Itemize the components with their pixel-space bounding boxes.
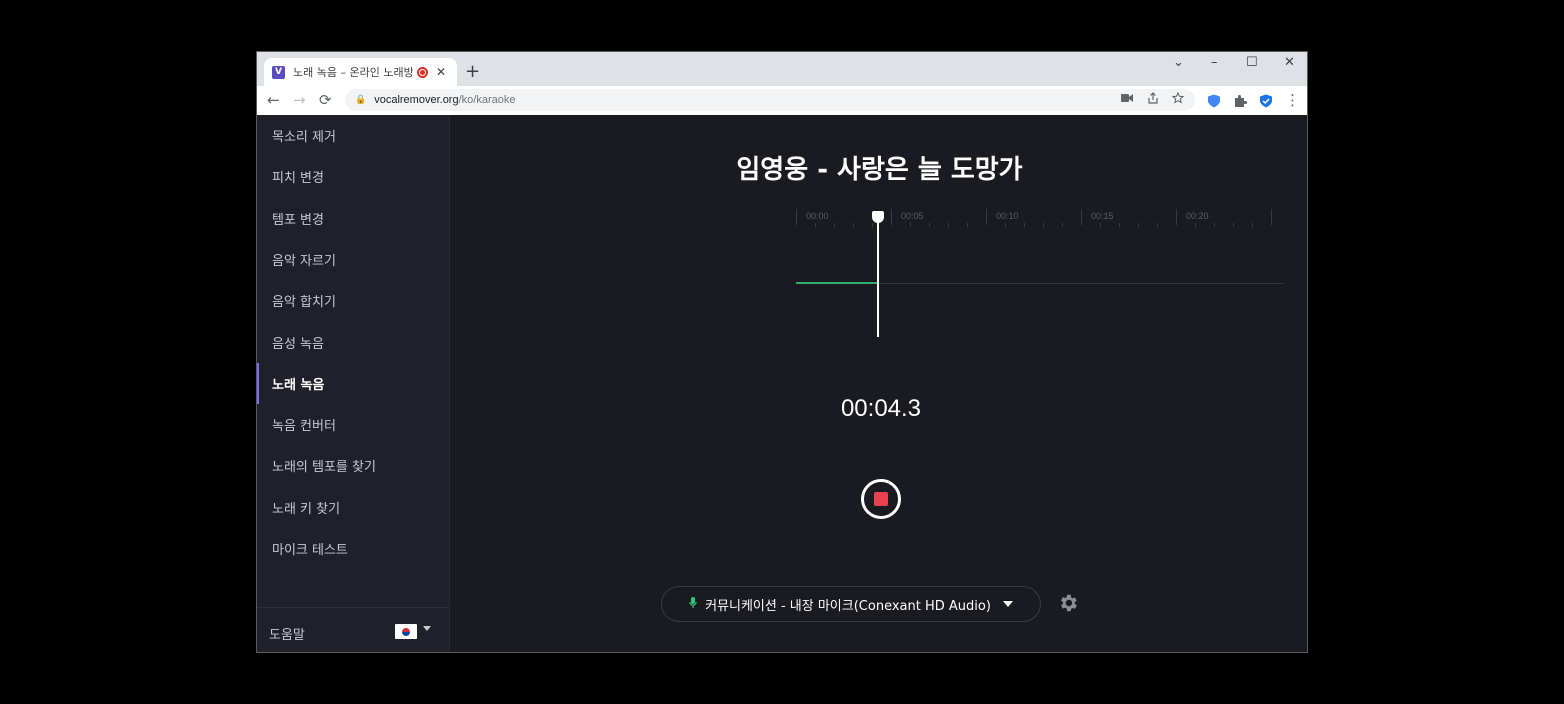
url-text: vocalremover.org/ko/karaoke bbox=[374, 94, 515, 106]
timeline-minor-tick bbox=[1005, 223, 1006, 227]
browser-toolbar: ← → ⟳ 🔒 vocalremover.org/ko/karaoke ⋮ bbox=[257, 86, 1307, 115]
timeline-tick-label: 00:10 bbox=[996, 211, 1019, 221]
timeline-tick-label: 00:15 bbox=[1091, 211, 1114, 221]
sidebar-item[interactable]: 음악 자르기 bbox=[257, 239, 450, 280]
timeline-minor-tick bbox=[834, 223, 835, 227]
stop-recording-button[interactable] bbox=[861, 479, 901, 519]
song-title: 임영웅 - 사랑은 늘 도망가 bbox=[736, 155, 1023, 185]
help-link[interactable]: 도움말 bbox=[269, 624, 305, 643]
close-window-button[interactable]: ✕ bbox=[1284, 55, 1295, 70]
timeline-minor-tick bbox=[1100, 223, 1101, 227]
browser-window: V 노래 녹음 – 온라인 노래방 : ✕ + ⌄ – ☐ ✕ ← → ⟳ 🔒 … bbox=[256, 51, 1308, 653]
recorded-waveform bbox=[796, 282, 878, 284]
tab-search-icon[interactable]: ⌄ bbox=[1173, 55, 1184, 70]
timeline-tick-label: 00:05 bbox=[901, 211, 924, 221]
timeline-minor-tick bbox=[1214, 223, 1215, 227]
sidebar-item[interactable]: 템포 변경 bbox=[257, 198, 450, 239]
timeline-major-tick bbox=[891, 209, 892, 225]
tab-strip: V 노래 녹음 – 온라인 노래방 : ✕ + ⌄ – ☐ ✕ bbox=[257, 52, 1307, 86]
sidebar-item[interactable]: 노래 키 찾기 bbox=[257, 487, 450, 528]
playhead-handle[interactable] bbox=[871, 211, 884, 223]
camera-icon[interactable] bbox=[1121, 92, 1133, 106]
adblock-extension-icon[interactable] bbox=[1207, 93, 1221, 108]
tab-close-icon[interactable]: ✕ bbox=[436, 65, 446, 79]
bookmark-star-icon[interactable] bbox=[1171, 91, 1185, 107]
timeline-major-tick bbox=[1271, 209, 1272, 225]
share-icon[interactable] bbox=[1147, 92, 1159, 107]
lock-icon[interactable]: 🔒 bbox=[355, 95, 366, 105]
url-host: vocalremover.org bbox=[374, 94, 459, 106]
main-panel: 임영웅 - 사랑은 늘 도망가 00:00 00:05 00:10 00:15 00:2… bbox=[451, 115, 1307, 652]
minimize-button[interactable]: – bbox=[1211, 55, 1218, 70]
microphone-icon bbox=[689, 596, 697, 612]
page-content: 목소리 제거 피치 변경 템포 변경 음악 자르기 음악 합치기 음성 녹음 노래 녹음 녹음… bbox=[257, 115, 1307, 652]
recording-indicator-icon bbox=[417, 66, 428, 78]
timeline-major-tick bbox=[796, 209, 797, 225]
sidebar-item[interactable]: 피치 변경 bbox=[257, 156, 450, 197]
timeline-minor-tick bbox=[1138, 223, 1139, 227]
timeline-tick-label: 00:20 bbox=[1186, 211, 1209, 221]
timeline-minor-tick bbox=[853, 223, 854, 227]
timeline-tick-label: 00:00 bbox=[806, 211, 829, 221]
settings-gear-icon[interactable] bbox=[1057, 592, 1079, 620]
stop-icon bbox=[874, 492, 888, 506]
maximize-button[interactable]: ☐ bbox=[1246, 55, 1258, 70]
recording-timer: 00:04.3 bbox=[840, 395, 922, 422]
address-bar[interactable]: 🔒 vocalremover.org/ko/karaoke bbox=[345, 89, 1195, 111]
sidebar-footer: 도움말 bbox=[257, 607, 450, 652]
new-tab-button[interactable]: + bbox=[465, 61, 480, 82]
timeline-minor-tick bbox=[1233, 223, 1234, 227]
active-tab[interactable]: V 노래 녹음 – 온라인 노래방 : ✕ bbox=[264, 58, 457, 86]
timeline-minor-tick bbox=[910, 223, 911, 227]
url-path: /ko/karaoke bbox=[458, 94, 516, 106]
forward-icon[interactable]: → bbox=[293, 91, 306, 109]
extensions-puzzle-icon[interactable] bbox=[1233, 93, 1247, 107]
timeline[interactable]: 00:00 00:05 00:10 00:15 00:20 bbox=[796, 207, 1283, 339]
browser-menu-icon[interactable]: ⋮ bbox=[1285, 91, 1300, 109]
timeline-minor-tick bbox=[967, 223, 968, 227]
timeline-minor-tick bbox=[1062, 223, 1063, 227]
shield-check-extension-icon[interactable] bbox=[1259, 93, 1273, 108]
microphone-label: 커뮤니케이션 - 내장 마이크(Conexant HD Audio) bbox=[705, 598, 991, 614]
sidebar: 목소리 제거 피치 변경 템포 변경 음악 자르기 음악 합치기 음성 녹음 노래 녹음 녹음… bbox=[257, 115, 450, 652]
vocalremover-favicon-icon: V bbox=[272, 65, 285, 79]
sidebar-item[interactable]: 녹음 컨버터 bbox=[257, 404, 450, 445]
language-dropdown-caret-icon[interactable] bbox=[423, 626, 431, 631]
microphone-select[interactable]: 커뮤니케이션 - 내장 마이크(Conexant HD Audio) bbox=[661, 586, 1041, 622]
timeline-minor-tick bbox=[1043, 223, 1044, 227]
sidebar-item[interactable]: 노래의 템포를 찾기 bbox=[257, 445, 450, 486]
sidebar-item[interactable]: 노래 녹음 bbox=[257, 362, 450, 404]
playhead-line[interactable] bbox=[876, 217, 879, 337]
korean-flag-icon[interactable] bbox=[395, 624, 417, 639]
timeline-minor-tick bbox=[948, 223, 949, 227]
timeline-minor-tick bbox=[1157, 223, 1158, 227]
sidebar-item[interactable]: 마이크 테스트 bbox=[257, 528, 450, 569]
sidebar-item[interactable]: 음성 녹음 bbox=[257, 322, 450, 363]
sidebar-item[interactable]: 음악 합치기 bbox=[257, 280, 450, 321]
timeline-minor-tick bbox=[872, 223, 873, 227]
timeline-major-tick bbox=[1176, 209, 1177, 225]
timeline-minor-tick bbox=[1195, 223, 1196, 227]
timeline-minor-tick bbox=[1119, 223, 1120, 227]
sidebar-item[interactable]: 목소리 제거 bbox=[257, 115, 450, 156]
timeline-minor-tick bbox=[815, 223, 816, 227]
tab-title: 노래 녹음 – 온라인 노래방 : bbox=[293, 66, 413, 79]
timeline-major-tick bbox=[1081, 209, 1082, 225]
timeline-minor-tick bbox=[1252, 223, 1253, 227]
timeline-minor-tick bbox=[929, 223, 930, 227]
chevron-down-icon bbox=[1002, 601, 1013, 607]
timeline-major-tick bbox=[986, 209, 987, 225]
reload-icon[interactable]: ⟳ bbox=[319, 91, 332, 109]
back-icon[interactable]: ← bbox=[267, 91, 280, 109]
timeline-minor-tick bbox=[1024, 223, 1025, 227]
